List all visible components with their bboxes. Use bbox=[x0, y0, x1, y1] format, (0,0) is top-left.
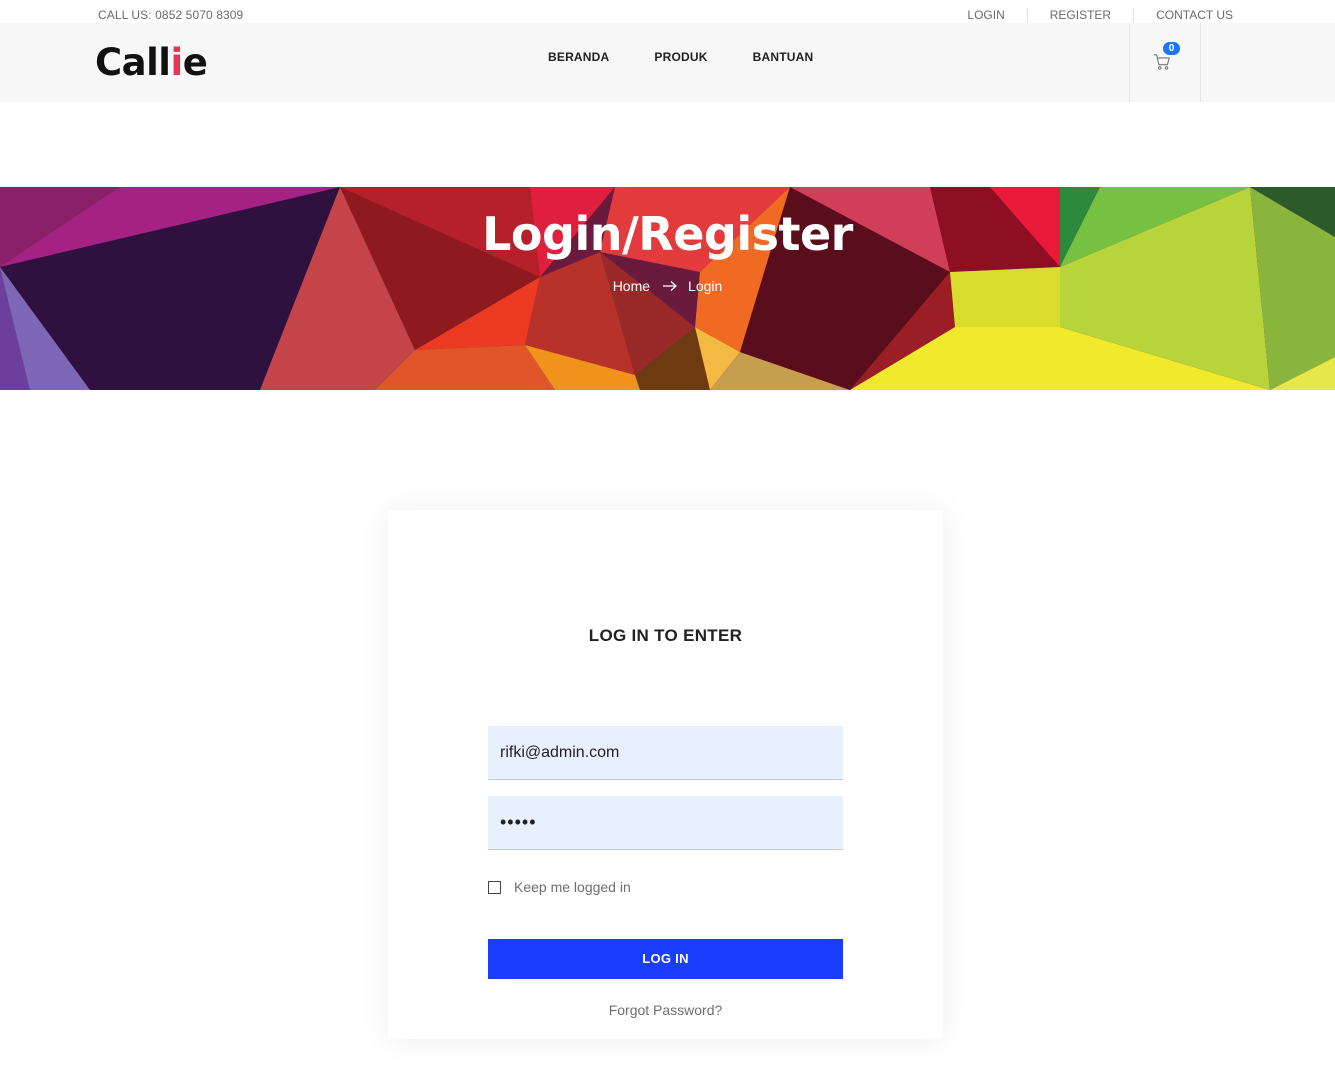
remember-me[interactable]: Keep me logged in bbox=[488, 879, 631, 895]
breadcrumb-home[interactable]: Home bbox=[613, 278, 650, 294]
top-links: LOGIN REGISTER CONTACT US bbox=[945, 0, 1233, 23]
main-nav: BERANDA PRODUK BANTUAN bbox=[548, 50, 858, 64]
site-header: Callie BERANDA PRODUK BANTUAN 0 bbox=[0, 23, 1335, 102]
page-title: Login/Register bbox=[482, 207, 853, 261]
cart-count-badge: 0 bbox=[1163, 42, 1180, 55]
password-field[interactable] bbox=[488, 796, 843, 850]
nav-item-produk[interactable]: PRODUK bbox=[654, 50, 707, 64]
site-logo[interactable]: Callie bbox=[95, 41, 208, 84]
top-link-register[interactable]: REGISTER bbox=[1026, 7, 1133, 23]
shopping-cart-icon bbox=[1153, 54, 1170, 70]
top-link-contact-us[interactable]: CONTACT US bbox=[1133, 7, 1233, 23]
top-bar: CALL US: 0852 5070 8309 LOGIN REGISTER C… bbox=[0, 0, 1335, 23]
breadcrumb-current: Login bbox=[688, 278, 723, 294]
login-heading: LOG IN TO ENTER bbox=[588, 626, 743, 645]
remember-checkbox[interactable] bbox=[488, 880, 501, 894]
page-banner: Login/Register Home Login bbox=[0, 187, 1335, 390]
phone-contact: CALL US: 0852 5070 8309 bbox=[98, 8, 244, 22]
nav-item-beranda[interactable]: BERANDA bbox=[548, 50, 609, 64]
remember-label: Keep me logged in bbox=[514, 879, 631, 895]
arrow-right-icon bbox=[663, 281, 678, 291]
forgot-password-link[interactable]: Forgot Password? bbox=[388, 1002, 943, 1018]
top-link-login[interactable]: LOGIN bbox=[945, 8, 1026, 23]
logo-text-accent: i bbox=[170, 41, 184, 84]
breadcrumb: Home Login bbox=[0, 278, 1335, 294]
cart-button[interactable]: 0 bbox=[1129, 23, 1201, 102]
login-button[interactable]: LOG IN bbox=[488, 939, 843, 979]
login-card: LOG IN TO ENTER Keep me logged in LOG IN… bbox=[388, 510, 943, 1039]
logo-text-end: e bbox=[182, 41, 208, 84]
nav-item-bantuan[interactable]: BANTUAN bbox=[753, 50, 814, 64]
logo-text-main: Call bbox=[95, 41, 171, 84]
email-field[interactable] bbox=[488, 726, 843, 780]
